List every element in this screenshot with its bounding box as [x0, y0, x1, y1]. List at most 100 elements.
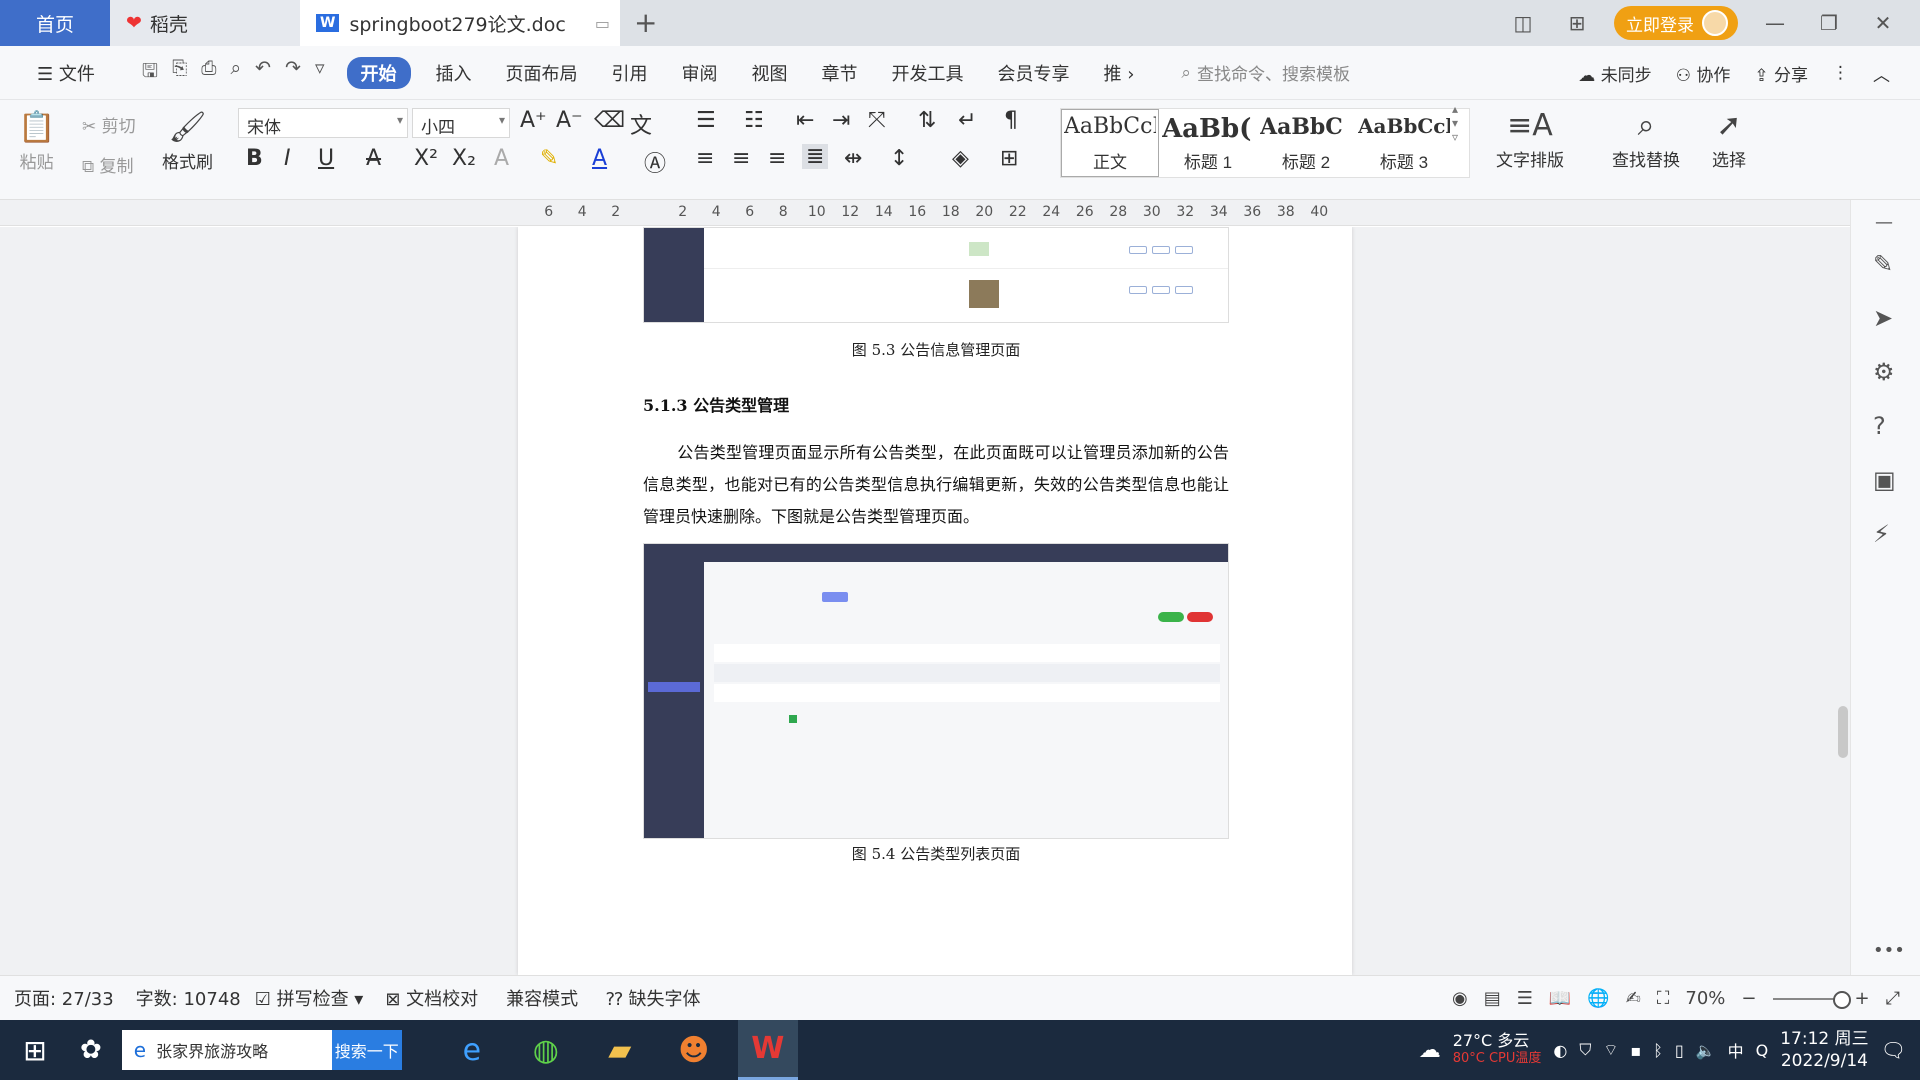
tab-monitor-icon[interactable]: ▭	[595, 14, 610, 33]
adjust-icon[interactable]: ⚙	[1873, 358, 1895, 386]
share-button[interactable]: ⇪ 分享	[1754, 61, 1808, 86]
clear-format-icon[interactable]: ⌫	[594, 108, 625, 133]
style-heading-2[interactable]: AaBbC 标题 2	[1257, 109, 1355, 177]
collapse-panel-icon[interactable]: —	[1875, 212, 1893, 233]
command-search[interactable]: ⌕ 查找命令、搜索模板	[1181, 60, 1350, 86]
pinwheel-icon[interactable]: ✿	[80, 1035, 102, 1065]
zoom-in-icon[interactable]: +	[1855, 988, 1870, 1009]
collapse-ribbon-icon[interactable]: ︿	[1873, 61, 1890, 86]
font-color-icon[interactable]: A	[592, 146, 607, 171]
highlight-icon[interactable]: ✎	[540, 146, 558, 171]
align-left-icon[interactable]: ≡	[696, 146, 714, 171]
style-scroll-icon[interactable]: ▴ ▾ ▿	[1452, 102, 1458, 144]
align-center-icon[interactable]: ≡	[732, 146, 750, 171]
layout-icon[interactable]: ◫	[1506, 11, 1540, 35]
style-heading-3[interactable]: AaBbCcl 标题 3	[1355, 109, 1453, 177]
sort-icon[interactable]: ⇅	[918, 108, 936, 133]
ie-icon[interactable]: e	[442, 1020, 502, 1080]
scrollbar-thumb[interactable]	[1838, 706, 1848, 758]
tray-shield-icon[interactable]: ⛉	[1579, 1040, 1591, 1060]
tray-app-icon[interactable]: ◐	[1553, 1041, 1567, 1060]
zoom-slider[interactable]	[1772, 990, 1851, 1009]
document-page[interactable]: 图 5.3 公告信息管理页面 5.1.3 公告类型管理 公告类型管理页面显示所有…	[518, 227, 1352, 975]
tab-review[interactable]: 审阅	[665, 60, 735, 86]
show-marks-icon[interactable]: ¶	[1004, 108, 1018, 133]
clock[interactable]: 17:12 周三 2022/9/14	[1780, 1028, 1868, 1072]
tray-bluetooth-icon[interactable]: ᛒ	[1653, 1041, 1663, 1060]
superscript-icon[interactable]: X²	[414, 146, 438, 171]
grow-font-icon[interactable]: A⁺	[520, 108, 547, 133]
tab-member[interactable]: 会员专享	[981, 60, 1087, 86]
doc-proof[interactable]: ⊠ 文档校对	[385, 985, 478, 1011]
text-effect-icon[interactable]: A	[494, 146, 509, 171]
italic-icon[interactable]: I	[284, 146, 291, 171]
vertical-scrollbar[interactable]	[1836, 227, 1850, 975]
read-view-icon[interactable]: 📖	[1549, 988, 1571, 1009]
tray-q-icon[interactable]: Q	[1756, 1041, 1769, 1060]
text-direction-icon[interactable]: ⤧	[868, 108, 886, 133]
taskbar-search[interactable]: e 张家界旅游攻略	[121, 1030, 332, 1070]
print-icon[interactable]: ⎙	[201, 57, 216, 89]
underline-icon[interactable]: U	[318, 146, 334, 171]
notification-icon[interactable]: 🗨	[1881, 1038, 1906, 1062]
apps-grid-icon[interactable]: ⊞	[1560, 11, 1594, 35]
select-button[interactable]: ➚ 选择	[1712, 106, 1746, 171]
page-indicator[interactable]: 页面: 27/33	[14, 985, 114, 1011]
help-icon[interactable]: ?	[1873, 412, 1886, 440]
spell-check[interactable]: ☑ 拼写检查 ▾	[255, 985, 364, 1011]
tab-page-layout[interactable]: 页面布局	[489, 60, 595, 86]
restore-icon[interactable]: ❐	[1812, 11, 1846, 35]
char-border-icon[interactable]: Ⓐ	[644, 146, 666, 178]
file-menu[interactable]: ☰ 文件	[20, 60, 112, 86]
tab-references[interactable]: 引用	[595, 60, 665, 86]
new-tab-icon[interactable]: +	[634, 0, 657, 46]
more-options-icon[interactable]: •••	[1873, 940, 1905, 961]
shrink-font-icon[interactable]: A⁻	[556, 108, 583, 133]
redo-icon[interactable]: ↷	[285, 57, 301, 89]
zoom-out-icon[interactable]: −	[1741, 988, 1756, 1009]
undo-icon[interactable]: ↶	[255, 57, 271, 89]
weather-widget[interactable]: 27°C 多云 80°C CPU温度	[1453, 1032, 1542, 1068]
increase-indent-icon[interactable]: ⇥	[832, 108, 850, 133]
distribute-icon[interactable]: ⇹	[844, 146, 862, 171]
web-view-icon[interactable]: 🌐	[1587, 988, 1609, 1009]
format-painter-button[interactable]: 🖌 格式刷	[162, 108, 213, 173]
browser-icon[interactable]: ◍	[516, 1020, 576, 1080]
tab-dev-tools[interactable]: 开发工具	[875, 60, 981, 86]
text-layout-button[interactable]: ≡A 文字排版	[1496, 106, 1564, 171]
collab-button[interactable]: ⚇ 协作	[1676, 61, 1731, 86]
tab-document[interactable]: W springboot279论文.doc ▭	[300, 0, 620, 46]
close-icon[interactable]: ✕	[1866, 11, 1900, 35]
phonetic-icon[interactable]: 文	[630, 108, 652, 140]
zoom-level[interactable]: 70%	[1685, 988, 1725, 1009]
tray-network-icon[interactable]: ⌔	[1603, 1040, 1618, 1060]
image-icon[interactable]: ▣	[1873, 466, 1896, 494]
strikethrough-icon[interactable]: A	[366, 146, 381, 171]
tab-view[interactable]: 视图	[735, 60, 805, 86]
ai-icon[interactable]: ⚡	[1873, 520, 1890, 548]
ime-indicator[interactable]: 中	[1728, 1038, 1744, 1062]
save-icon[interactable]: 🖫	[142, 57, 158, 89]
game-app-icon[interactable]: ☻	[664, 1020, 724, 1080]
page-view-icon[interactable]: ▤	[1484, 988, 1501, 1009]
login-button[interactable]: 立即登录	[1614, 6, 1738, 40]
paste-button[interactable]: 📋 粘贴	[18, 108, 55, 173]
tab-chapter[interactable]: 章节	[805, 60, 875, 86]
folder-icon[interactable]: ▰	[590, 1020, 650, 1080]
shading-icon[interactable]: ◈	[952, 146, 969, 171]
missing-font[interactable]: ⁇ 缺失字体	[606, 985, 700, 1011]
volume-icon[interactable]: 🔈	[1696, 1041, 1716, 1060]
more-icon[interactable]: ⋮	[1832, 63, 1849, 83]
justify-icon[interactable]: ≣	[802, 144, 829, 169]
fit-page-icon[interactable]: ⛶	[1657, 988, 1670, 1009]
wps-icon[interactable]: W	[737, 1020, 798, 1080]
preview-icon[interactable]: ⌕	[230, 57, 241, 89]
cut-button[interactable]: ✂ 剪切	[82, 112, 136, 137]
line-spacing-icon[interactable]: ↕	[890, 146, 908, 171]
tab-daoke[interactable]: ❤ 稻壳	[110, 0, 300, 46]
subscript-icon[interactable]: X₂	[452, 146, 476, 171]
style-heading-1[interactable]: AaBb( 标题 1	[1159, 109, 1257, 177]
sync-button[interactable]: ☁ 未同步	[1578, 61, 1651, 86]
edit-pen-icon[interactable]: ✎	[1873, 250, 1893, 278]
tray-nvidia-icon[interactable]: ▪	[1630, 1041, 1641, 1060]
